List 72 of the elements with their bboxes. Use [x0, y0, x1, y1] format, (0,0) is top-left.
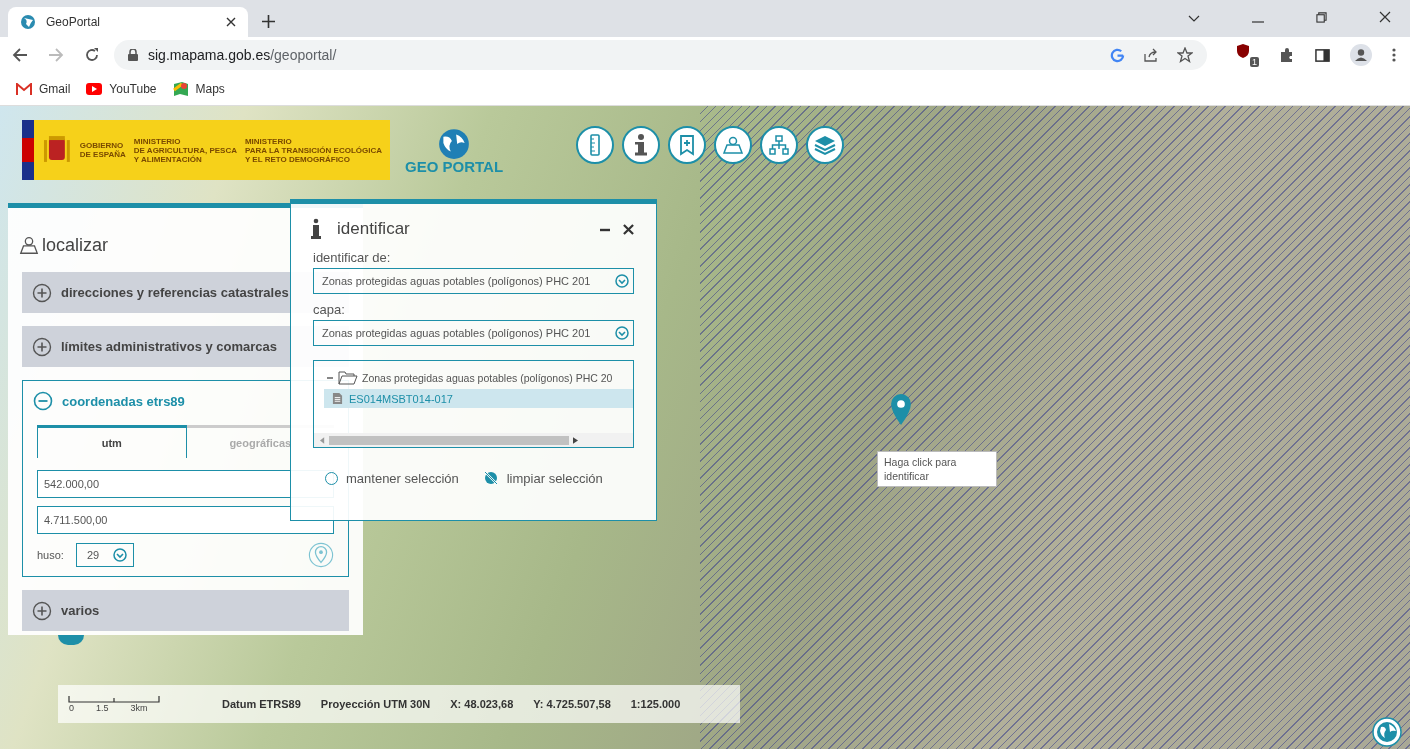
reload-icon[interactable]	[84, 47, 100, 63]
bookmark-link[interactable]: Gmail	[16, 82, 71, 96]
layers-tool-button[interactable]	[806, 126, 844, 164]
hierarchy-icon	[767, 133, 791, 157]
new-tab-icon[interactable]	[262, 15, 275, 28]
chevron-down-icon[interactable]	[1188, 15, 1200, 23]
y-coordinate-text: Y: 4.725.507,58	[533, 698, 611, 710]
chevron-down-icon	[615, 326, 629, 340]
zoom-out-button[interactable]	[58, 635, 84, 645]
lock-icon	[128, 49, 138, 61]
info-tool-button[interactable]	[622, 126, 660, 164]
field-label: identificar de:	[313, 250, 392, 265]
url-text: sig.mapama.gob.es/geoportal/	[148, 47, 337, 63]
bookmark-link[interactable]: Maps	[172, 81, 225, 97]
menu-icon[interactable]	[1392, 48, 1396, 62]
document-icon	[332, 392, 343, 405]
restore-icon[interactable]	[1316, 12, 1327, 23]
envelope-icon	[16, 83, 32, 95]
close-icon[interactable]	[226, 17, 236, 27]
projection-text: Proyección UTM 30N	[320, 698, 431, 710]
zone-label: huso:	[37, 549, 64, 561]
horizontal-scrollbar[interactable]	[314, 433, 633, 447]
globe-icon	[20, 14, 36, 30]
ministry-name: MINISTERIO PARA LA TRANSICIÓN ECOLÓGICA Y EL RETO DEMOGRÁFICO	[244, 136, 382, 164]
flag-drawing	[22, 120, 34, 180]
share-icon[interactable]	[1143, 47, 1159, 63]
layer-source-select[interactable]: Zonas protegidas aguas potables (polígonos) PHC 201	[313, 268, 634, 294]
google-icon[interactable]	[1110, 47, 1125, 63]
play-icon	[86, 83, 103, 95]
folder-icon	[338, 371, 358, 385]
bookmark-link[interactable]: YouTube	[86, 82, 157, 96]
globe-icon[interactable]	[1372, 717, 1402, 747]
side-panel-icon[interactable]	[1315, 47, 1330, 63]
ministry-name: GOBIERNO DE ESPAÑA	[79, 141, 126, 159]
tree-tool-button[interactable]	[760, 126, 798, 164]
info-icon	[311, 218, 321, 240]
scroll-left-icon	[320, 436, 325, 444]
puzzle-icon[interactable]	[1279, 47, 1295, 63]
collapse-icon[interactable]	[326, 374, 334, 382]
ruler-tool-button[interactable]	[576, 126, 614, 164]
coordinate-input[interactable]: 4.711.500,00	[37, 506, 334, 534]
profile-avatar-icon[interactable]	[1350, 44, 1372, 66]
map-scale-text: 1:125.000	[630, 698, 681, 710]
tree-node[interactable]: Zonas protegidas aguas potables (polígonos) PHC 20	[314, 371, 633, 389]
map-tooltip: Haga click para identificar	[877, 451, 997, 487]
layer-select[interactable]: Zonas protegidas aguas potables (polígonos) PHC 201	[313, 320, 634, 346]
globe-icon	[437, 126, 472, 160]
bookmark-tool-button[interactable]	[668, 126, 706, 164]
scroll-right-icon	[573, 436, 578, 444]
x-coordinate-text: X: 48.023,68	[450, 698, 514, 710]
close-icon[interactable]	[623, 223, 634, 235]
ministry-name: MINISTERIO DE AGRICULTURA, PESCA Y ALIMENTACIÓN	[133, 136, 237, 164]
location-pin-icon	[890, 393, 912, 426]
dialog-title: identificar	[337, 219, 410, 239]
info-icon	[635, 134, 647, 156]
address-bar[interactable]: sig.mapama.gob.es/geoportal/	[114, 40, 1207, 70]
locate-tool-button[interactable]	[714, 126, 752, 164]
chevron-down-icon	[113, 548, 128, 562]
star-icon[interactable]	[1177, 47, 1193, 63]
panel-title: localizar	[42, 234, 109, 256]
chevron-down-icon	[615, 274, 629, 288]
datum-text: Datum ETRS89	[222, 698, 301, 710]
browser-tab[interactable]: GeoPortal	[8, 7, 248, 37]
clear-selection-button[interactable]: limpiar selección	[482, 470, 603, 486]
app-logo-text: GEO PORTAL	[405, 158, 504, 175]
coordinate-tab[interactable]: utm	[37, 425, 187, 458]
scale-bar: 0 1.5 3km	[68, 695, 186, 713]
close-icon[interactable]	[1379, 11, 1391, 23]
layers-icon	[813, 133, 837, 157]
zone-select[interactable]: 29	[75, 543, 135, 567]
accordion-header[interactable]: varios	[22, 590, 349, 631]
back-icon[interactable]	[12, 47, 28, 63]
